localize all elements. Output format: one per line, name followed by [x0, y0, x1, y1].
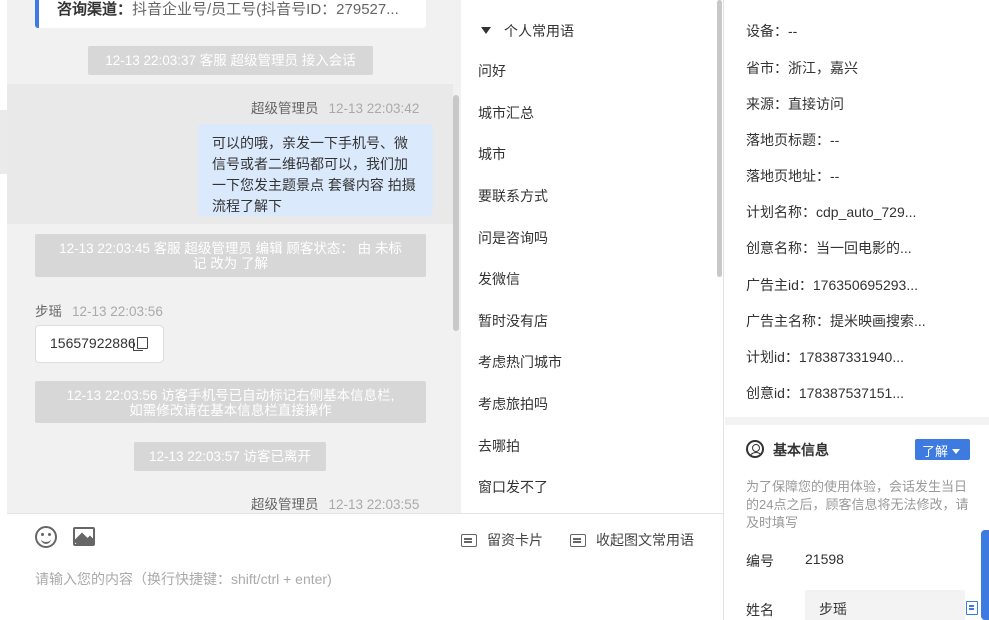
- system-edit-line2: 记 改为 了解: [192, 256, 268, 271]
- edit-notice: 为了保障您的使用体验，会话发生当日的24点之后，顾客信息将无法修改，请及时填写: [746, 479, 969, 530]
- channel-label: 咨询渠道：: [57, 1, 133, 18]
- phone-number: 15657922886: [50, 335, 136, 351]
- channel-card: 咨询渠道：抖音企业号/员工号(抖音号ID：279527...: [35, 0, 426, 28]
- sender-name: 超级管理员: [251, 101, 319, 116]
- id-label: 编号: [746, 553, 774, 569]
- info-creative-id: 创意id：178387537151...: [746, 385, 904, 401]
- info-landing-title: 落地页标题：--: [746, 132, 840, 148]
- phrase-scrollbar[interactable]: [717, 0, 722, 277]
- system-edit-line1: 12-13 22:03:45 客服 超级管理员 编辑 顾客状态： 由 未标: [59, 241, 402, 256]
- status-dropdown-button[interactable]: 了解: [915, 439, 970, 460]
- name-field[interactable]: 步瑶: [805, 590, 965, 620]
- chat-scrollbar[interactable]: [453, 95, 459, 331]
- message-meta: 超级管理员 12-13 22:03:42: [251, 97, 419, 117]
- name-label: 姓名: [746, 602, 774, 618]
- phrase-item[interactable]: 问是咨询吗: [478, 228, 548, 248]
- message-meta: 步瑶 12-13 22:03:56: [35, 300, 163, 320]
- phrase-item[interactable]: 问好: [478, 61, 506, 81]
- card-icon: [570, 534, 586, 547]
- phrase-item[interactable]: 考虑热门城市: [478, 352, 562, 372]
- agent-message-bubble: 可以的哦，亲发一下手机号、微信号或者二维码都可以，我们加一下您发主题景点 套餐内…: [198, 124, 433, 216]
- business-card-label: 留资卡片: [487, 532, 543, 548]
- collapse-phrases-button[interactable]: 收起图文常用语: [570, 530, 694, 550]
- chevron-down-icon: [952, 449, 961, 454]
- system-message-leave: 12-13 22:03:57 访客已离开: [134, 442, 326, 471]
- basic-info-heading: 基本信息: [746, 440, 829, 460]
- info-region: 省市：浙江，嘉兴: [746, 60, 858, 76]
- phrase-item[interactable]: 城市: [478, 144, 506, 164]
- system-phone-line2: 如需修改请在基本信息栏直接操作: [129, 403, 332, 418]
- system-message-edit: 12-13 22:03:45 客服 超级管理员 编辑 顾客状态： 由 未标 记 …: [35, 234, 426, 277]
- edit-icon[interactable]: [966, 601, 978, 615]
- message-time: 12-13 22:03:42: [328, 101, 420, 116]
- info-landing-url: 落地页地址：--: [746, 168, 840, 184]
- message-time: 12-13 22:03:55: [328, 497, 420, 512]
- section-divider: [725, 417, 989, 425]
- collapse-phrases-label: 收起图文常用语: [596, 532, 694, 548]
- visitor-phone-message: 15657922886: [35, 325, 164, 363]
- left-edge-handle: [0, 110, 7, 174]
- id-value: 21598: [805, 551, 844, 567]
- message-meta: 超级管理员 12-13 22:03:55: [251, 493, 419, 513]
- info-creative-name: 创意名称：当一回电影的...: [746, 240, 912, 256]
- copy-icon[interactable]: [132, 337, 148, 351]
- phrase-item[interactable]: 去哪拍: [478, 436, 520, 456]
- info-advertiser-id: 广告主id：176350695293...: [746, 277, 918, 293]
- image-icon[interactable]: [73, 527, 95, 546]
- info-plan-id: 计划id：178387331940...: [746, 349, 904, 365]
- visitor-info-panel: 设备：-- 省市：浙江，嘉兴 来源：直接访问 落地页标题：-- 落地页地址：--…: [723, 0, 989, 620]
- chat-history[interactable]: 咨询渠道：抖音企业号/员工号(抖音号ID：279527... 12-13 22:…: [7, 0, 461, 513]
- message-time: 12-13 22:03:56: [72, 304, 163, 319]
- sender-name: 超级管理员: [251, 497, 319, 512]
- channel-value: 抖音企业号/员工号(抖音号ID：279527...: [132, 1, 399, 18]
- system-phone-line1: 12-13 22:03:56 访客手机号已自动标记右侧基本信息栏,: [66, 388, 395, 403]
- info-plan-name: 计划名称：cdp_auto_729...: [746, 204, 917, 220]
- message-input[interactable]: 请输入您的内容（换行快捷键：shift/ctrl + enter): [35, 569, 332, 589]
- side-tab[interactable]: [981, 530, 989, 620]
- phrase-item[interactable]: 暂时没有店: [478, 311, 548, 331]
- basic-info-title: 基本信息: [773, 442, 829, 458]
- phrase-group-header[interactable]: 个人常用语: [481, 21, 574, 41]
- phrase-item[interactable]: 窗口发不了: [478, 477, 548, 497]
- user-icon: [746, 440, 764, 458]
- phrase-group-title: 个人常用语: [504, 23, 574, 39]
- card-icon: [461, 534, 477, 547]
- phrase-item[interactable]: 考虑旅拍吗: [478, 394, 548, 414]
- system-message-phone: 12-13 22:03:56 访客手机号已自动标记右侧基本信息栏, 如需修改请在…: [35, 381, 426, 423]
- phrase-item[interactable]: 城市汇总: [478, 103, 534, 123]
- business-card-button[interactable]: 留资卡片: [461, 530, 543, 550]
- info-source: 来源：直接访问: [746, 96, 844, 112]
- phrase-item[interactable]: 要联系方式: [478, 186, 548, 206]
- sender-name: 步瑶: [35, 304, 62, 319]
- info-advertiser-name: 广告主名称：提米映画搜索...: [746, 313, 926, 329]
- status-label: 了解: [922, 444, 949, 459]
- system-message-join: 12-13 22:03:37 客服 超级管理员 接入会话: [88, 46, 373, 75]
- info-device: 设备：--: [746, 23, 798, 39]
- phrase-panel: 个人常用语 问好 城市汇总 城市 要联系方式 问是咨询吗 发微信 暂时没有店 考…: [461, 0, 723, 513]
- message-composer: 留资卡片 收起图文常用语 请输入您的内容（换行快捷键：shift/ctrl + …: [7, 513, 723, 620]
- emoji-icon[interactable]: [35, 526, 57, 548]
- phrase-item[interactable]: 发微信: [478, 269, 520, 289]
- caret-down-icon: [481, 27, 491, 34]
